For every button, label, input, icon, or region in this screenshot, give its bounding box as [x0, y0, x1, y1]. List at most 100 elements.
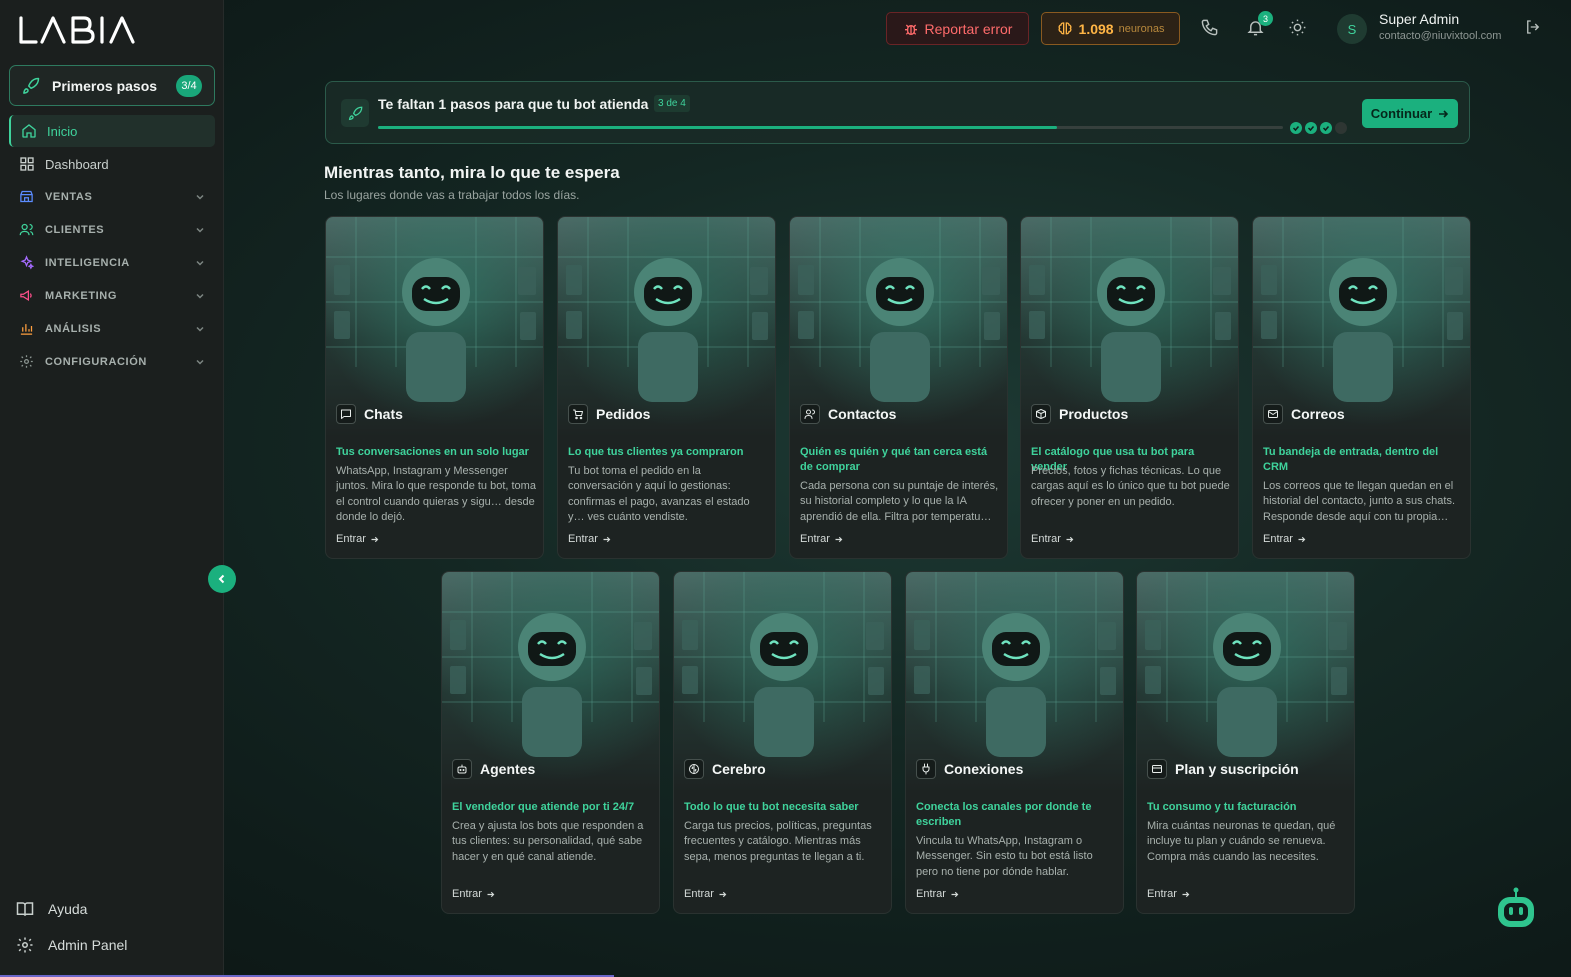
card-tagline: Lo que tus clientes ya compraron [568, 446, 744, 458]
card-description: Crea y ajusta los bots que responden a t… [452, 820, 644, 863]
card-title: Correos [1291, 406, 1345, 422]
progress-title: Te faltan 1 pasos para que tu bot atiend… [378, 96, 649, 112]
arrow-right-icon [1298, 536, 1306, 542]
arrow-right-icon [487, 891, 495, 897]
home-icon [21, 123, 37, 139]
card-header: Correos [1263, 404, 1345, 424]
card-description: Cada persona con su puntaje de interés, … [800, 480, 999, 523]
card-title: Agentes [480, 761, 536, 777]
report-error-button[interactable]: Reportar error [886, 12, 1029, 45]
card-title: Cerebro [712, 761, 766, 777]
arrow-right-icon [603, 536, 611, 542]
card-header: Chats [336, 404, 403, 424]
step-indicator [1290, 122, 1350, 134]
card-description: WhatsApp, Instagram y Messenger juntos. … [336, 465, 536, 523]
feature-card[interactable]: Cerebro Todo lo que tu bot necesita sabe… [673, 571, 892, 914]
sidebar-item-label: INTELIGENCIA [45, 257, 130, 269]
arrow-right-icon [1182, 891, 1190, 897]
card-enter-link[interactable]: Entrar [800, 533, 843, 545]
neurons-unit: neuronas [1118, 22, 1165, 35]
chevron-down-icon [196, 326, 204, 332]
sidebar-item-marketing[interactable]: MARKETING [9, 280, 215, 312]
sidebar-item-label: CONFIGURACIÓN [45, 356, 147, 368]
card-enter-link[interactable]: Entrar [1031, 533, 1074, 545]
feature-card[interactable]: Conexiones Conecta los canales por donde… [905, 571, 1124, 914]
contacts-icon [800, 404, 820, 424]
feature-card[interactable]: Contactos Quién es quién y qué tan cerca… [789, 216, 1008, 559]
sidebar-item-label: Dashboard [45, 156, 109, 172]
card-header: Agentes [452, 759, 535, 779]
feature-card[interactable]: Pedidos Lo que tus clientes ya compraron… [557, 216, 776, 559]
users-icon [19, 222, 35, 238]
primeros-pasos-button[interactable]: Primeros pasos 3/4 [9, 65, 215, 106]
section-subtitle: Los lugares donde vas a trabajar todos l… [324, 188, 580, 202]
card-tagline: Conecta los canales por donde te escribe… [916, 801, 1092, 828]
sidebar-item-dashboard[interactable]: Dashboard [9, 148, 215, 180]
bar-chart-icon [19, 321, 35, 337]
sidebar-item-label: Inicio [47, 123, 78, 139]
card-title: Conexiones [944, 761, 1024, 777]
card-tagline: Tus conversaciones en un solo lugar [336, 446, 529, 458]
sidebar-bottom: Ayuda Admin Panel [16, 891, 216, 963]
rocket-icon [341, 99, 369, 127]
card-enter-link[interactable]: Entrar [1263, 533, 1306, 545]
brain-icon [684, 759, 704, 779]
sidebar-item-configuracion[interactable]: CONFIGURACIÓN [9, 346, 215, 378]
sun-icon[interactable] [1288, 18, 1308, 38]
neurons-button[interactable]: 1.098 neuronas [1041, 12, 1180, 45]
chat-icon [336, 404, 356, 424]
sidebar-item-label: Admin Panel [48, 937, 128, 953]
grid-icon [19, 156, 35, 172]
arrow-right-icon [951, 891, 959, 897]
sparkles-icon [19, 255, 35, 271]
card-enter-link[interactable]: Entrar [1147, 888, 1190, 900]
card-title: Pedidos [596, 406, 651, 422]
sidebar-item-label: MARKETING [45, 290, 118, 302]
neurons-value: 1.098 [1078, 20, 1114, 37]
sidebar-item-analisis[interactable]: ANÁLISIS [9, 313, 215, 345]
card-tagline: Todo lo que tu bot necesita saber [684, 801, 859, 813]
card-header: Contactos [800, 404, 896, 424]
card-enter-link[interactable]: Entrar [336, 533, 379, 545]
sidebar-item-inteligencia[interactable]: INTELIGENCIA [9, 247, 215, 279]
arrow-right-icon [835, 536, 843, 542]
primeros-pasos-label: Primeros pasos [52, 77, 158, 94]
feature-card[interactable]: Agentes El vendedor que atiende por ti 2… [441, 571, 660, 914]
sidebar-item-ventas[interactable]: VENTAS [9, 181, 215, 213]
phone-icon[interactable] [1200, 18, 1220, 38]
sidebar-item-clientes[interactable]: CLIENTES [9, 214, 215, 246]
feature-card[interactable]: Plan y suscripción Tu consumo y tu factu… [1136, 571, 1355, 914]
gear-icon [16, 936, 34, 954]
continue-button[interactable]: Continuar [1362, 99, 1458, 128]
feature-card[interactable]: Productos El catálogo que usa tu bot par… [1020, 216, 1239, 559]
primeros-pasos-count: 3/4 [176, 74, 202, 97]
chevron-down-icon [196, 260, 204, 266]
sidebar-item-ayuda[interactable]: Ayuda [16, 891, 216, 927]
cart-icon [568, 404, 588, 424]
feature-card[interactable]: Correos Tu bandeja de entrada, dentro de… [1252, 216, 1471, 559]
card-header: Productos [1031, 404, 1128, 424]
card-enter-link[interactable]: Entrar [452, 888, 495, 900]
chatbot-launcher-icon[interactable] [1493, 886, 1539, 932]
step-dot-pending [1335, 122, 1347, 134]
avatar[interactable]: S [1337, 14, 1367, 44]
card-tagline: Quién es quién y qué tan cerca está de c… [800, 446, 988, 473]
feature-card[interactable]: Chats Tus conversaciones en un solo luga… [325, 216, 544, 559]
rocket-icon [22, 77, 40, 95]
card-enter-link[interactable]: Entrar [568, 533, 611, 545]
sidebar-item-inicio[interactable]: Inicio [9, 115, 215, 147]
sidebar-item-label: Ayuda [48, 901, 88, 917]
card-enter-label: Entrar [336, 533, 366, 545]
card-description: Tu bot toma el pedido en la conversación… [568, 465, 750, 523]
sidebar-item-admin-panel[interactable]: Admin Panel [16, 927, 216, 963]
card-tagline: Tu bandeja de entrada, dentro del CRM [1263, 446, 1439, 473]
chevron-down-icon [196, 227, 204, 233]
collapse-sidebar-button[interactable] [208, 565, 236, 593]
chevron-down-icon [196, 359, 204, 365]
progress-step-badge: 3 de 4 [654, 95, 690, 112]
logout-icon[interactable] [1524, 18, 1544, 38]
card-enter-link[interactable]: Entrar [916, 888, 959, 900]
card-enter-link[interactable]: Entrar [684, 888, 727, 900]
labia-logo[interactable] [18, 12, 158, 48]
megaphone-icon [19, 288, 35, 304]
